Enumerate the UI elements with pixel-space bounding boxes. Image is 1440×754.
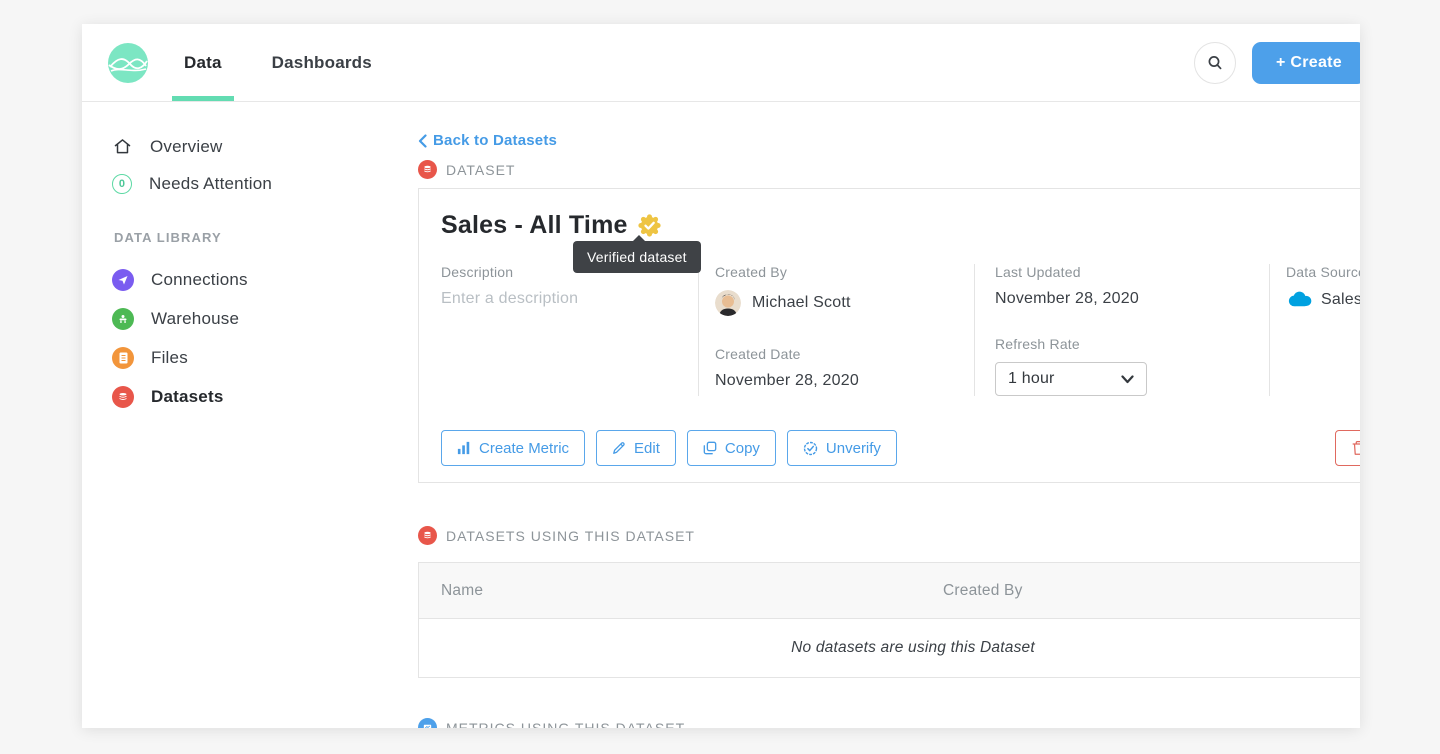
search-icon	[1206, 54, 1224, 72]
tab-dashboards-label: Dashboards	[272, 53, 372, 73]
unverify-label: Unverify	[826, 440, 881, 457]
edit-label: Edit	[634, 440, 660, 457]
last-updated-value: November 28, 2020	[995, 290, 1269, 308]
top-navbar: Data Dashboards + Create	[82, 24, 1360, 102]
search-button[interactable]	[1194, 42, 1236, 84]
verified-badge-icon[interactable]	[638, 214, 661, 237]
dataset-actions: Create Metric Edit Copy	[441, 430, 1360, 482]
datasets-section-icon	[418, 526, 437, 545]
sidebar-item-warehouse[interactable]: Warehouse	[112, 308, 418, 330]
tab-data-label: Data	[184, 53, 222, 73]
page-body: Overview 0 Needs Attention DATA LIBRARY …	[82, 102, 1360, 727]
creator-name: Michael Scott	[752, 294, 851, 312]
metrics-using-section-header: METRICS USING THIS DATASET	[418, 718, 1360, 728]
datasets-using-section-header: DATASETS USING THIS DATASET	[418, 526, 1360, 545]
datasets-icon	[112, 386, 134, 408]
edit-button[interactable]: Edit	[596, 430, 676, 466]
tab-data[interactable]: Data	[180, 24, 226, 101]
copy-label: Copy	[725, 440, 760, 457]
create-button[interactable]: + Create	[1252, 42, 1360, 84]
table-header-row: Name Created By	[419, 563, 1360, 619]
salesforce-icon	[1286, 290, 1313, 309]
app-window: Data Dashboards + Create Overview	[82, 24, 1360, 728]
chevron-left-icon	[418, 134, 427, 148]
creator-avatar	[715, 290, 741, 316]
attention-count-badge: 0	[112, 174, 132, 194]
nav-tabs: Data Dashboards	[180, 24, 418, 101]
column-header-created-by: Created By	[943, 582, 1023, 600]
delete-button[interactable]	[1335, 430, 1360, 466]
refresh-rate-label: Refresh Rate	[995, 336, 1269, 352]
data-source-name: Salesforce	[1321, 291, 1360, 309]
verified-tooltip: Verified dataset	[573, 241, 701, 273]
dataset-card: Sales - All Time Verified dataset	[418, 188, 1360, 483]
create-metric-label: Create Metric	[479, 440, 569, 457]
last-updated-label: Last Updated	[995, 264, 1269, 280]
pencil-icon	[612, 441, 626, 455]
connections-icon	[112, 269, 134, 291]
trash-icon	[1351, 440, 1361, 456]
description-input[interactable]: Enter a description	[441, 290, 698, 308]
tab-dashboards[interactable]: Dashboards	[268, 24, 376, 101]
metrics-using-heading: METRICS USING THIS DATASET	[446, 720, 685, 729]
active-tab-underline	[172, 96, 234, 101]
sidebar-item-label: Overview	[150, 137, 222, 157]
created-date-label: Created Date	[715, 346, 974, 362]
verify-seal-icon	[803, 441, 818, 456]
sidebar-item-label: Needs Attention	[149, 174, 272, 194]
sidebar-item-connections[interactable]: Connections	[112, 269, 418, 291]
files-icon	[112, 347, 134, 369]
back-link-label: Back to Datasets	[433, 132, 557, 149]
dataset-fields: Description Enter a description Created …	[419, 240, 1360, 396]
bar-chart-icon	[457, 441, 471, 455]
dataset-title: Sales - All Time	[441, 211, 628, 240]
created-date-value: November 28, 2020	[715, 372, 974, 390]
datasets-using-table: Name Created By No datasets are using th…	[418, 562, 1360, 678]
app-logo-icon[interactable]	[108, 43, 148, 83]
sidebar-item-label: Files	[151, 348, 188, 368]
dataset-type-label: DATASET	[446, 162, 516, 178]
sidebar: Overview 0 Needs Attention DATA LIBRARY …	[82, 102, 418, 727]
dataset-type-icon	[418, 160, 437, 179]
empty-state-message: No datasets are using this Dataset	[419, 619, 1360, 677]
created-by-label: Created By	[715, 264, 974, 280]
sidebar-item-label: Connections	[151, 270, 248, 290]
datasets-using-heading: DATASETS USING THIS DATASET	[446, 528, 695, 544]
chevron-down-icon	[1121, 375, 1134, 384]
column-header-name: Name	[419, 582, 943, 600]
sidebar-item-needs-attention[interactable]: 0 Needs Attention	[112, 174, 418, 194]
back-to-datasets-link[interactable]: Back to Datasets	[418, 132, 1360, 149]
metrics-section-icon	[418, 718, 437, 728]
sidebar-item-label: Warehouse	[151, 309, 239, 329]
copy-icon	[703, 441, 717, 455]
unverify-button[interactable]: Unverify	[787, 430, 897, 466]
sidebar-item-datasets[interactable]: Datasets	[112, 386, 418, 408]
data-source-label: Data Source	[1286, 264, 1360, 280]
dataset-type-row: DATASET	[418, 160, 1360, 179]
sidebar-item-overview[interactable]: Overview	[112, 136, 418, 157]
refresh-rate-select[interactable]: 1 hour	[995, 362, 1147, 396]
warehouse-icon	[112, 308, 134, 330]
create-metric-button[interactable]: Create Metric	[441, 430, 585, 466]
copy-button[interactable]: Copy	[687, 430, 776, 466]
home-icon	[112, 136, 133, 157]
data-library-heading: DATA LIBRARY	[114, 230, 418, 245]
sidebar-item-label: Datasets	[151, 387, 223, 407]
sidebar-item-files[interactable]: Files	[112, 347, 418, 369]
refresh-rate-value: 1 hour	[1008, 370, 1055, 388]
main-content: Back to Datasets DATASET Sales - All Tim…	[418, 102, 1360, 727]
